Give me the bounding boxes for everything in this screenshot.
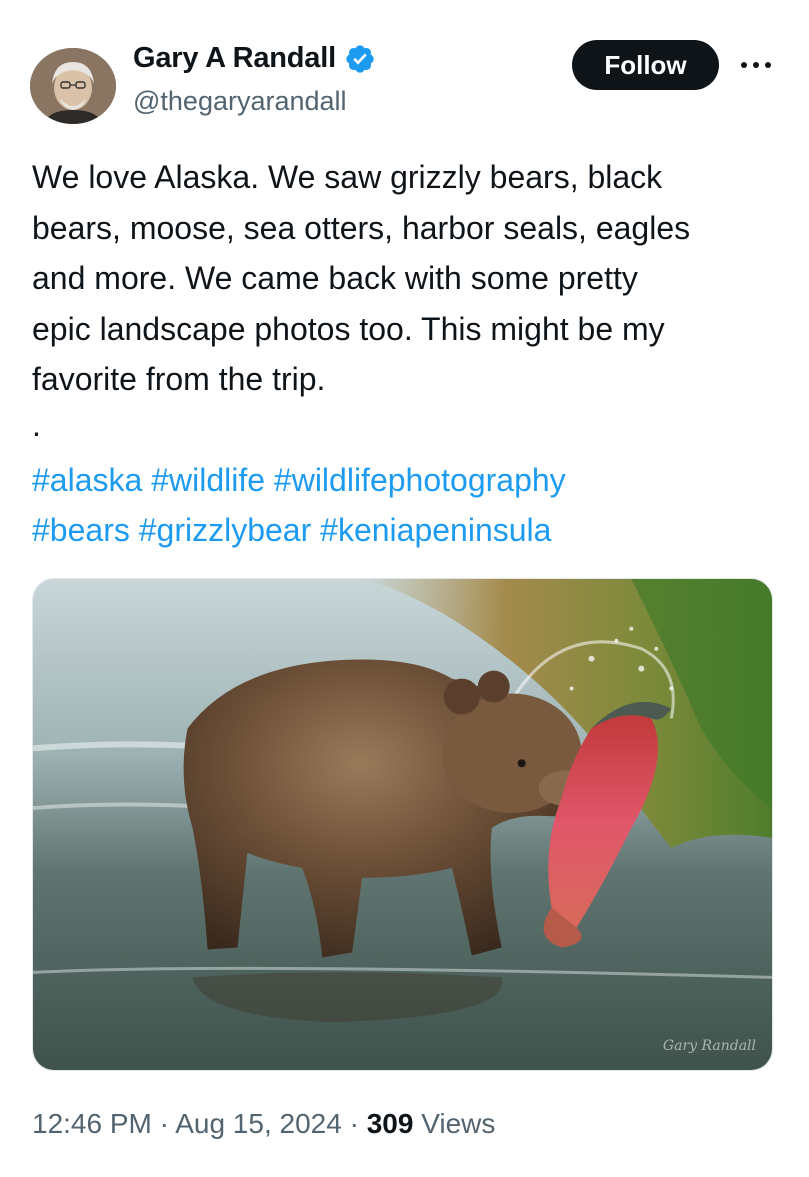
bear-salmon-photo [33, 579, 772, 1070]
photo-watermark: Gary Randall [662, 1038, 756, 1054]
tweet-text-line: and more. We came back with some pretty [32, 260, 638, 296]
hashtag-line: #bears #grizzlybear #keniapeninsula [32, 505, 792, 556]
avatar-photo [30, 48, 116, 124]
verified-badge-icon[interactable] [344, 43, 376, 75]
tweet-text: We love Alaska. We saw grizzly bears, bl… [32, 152, 792, 556]
author-handle[interactable]: @thegaryarandall [133, 86, 347, 117]
tweet-time[interactable]: 12:46 PM [32, 1108, 152, 1139]
tweet-text-line: favorite from the trip. [32, 361, 326, 397]
tweet-text-line: We love Alaska. We saw grizzly bears, bl… [32, 159, 663, 195]
avatar[interactable] [30, 48, 116, 124]
hashtag-keniapeninsula[interactable]: #keniapeninsula [320, 512, 551, 548]
views-count[interactable]: 309 [367, 1108, 414, 1139]
author-display-name[interactable]: Gary A Randall [133, 42, 336, 75]
tweet-photo[interactable]: Gary Randall [32, 578, 773, 1071]
tweet-text-line: bears, moose, sea otters, harbor seals, … [32, 209, 691, 246]
author-name-row[interactable]: Gary A Randall [133, 42, 376, 75]
tweet-card: Gary A Randall @thegaryarandall Follow W… [0, 0, 809, 1177]
hashtag-line: #alaska #wildlife #wildlifephotography [32, 455, 792, 506]
hashtag-bears[interactable]: #bears [32, 512, 130, 548]
tweet-meta: 12:46 PM · Aug 15, 2024 · 309 Views [32, 1108, 495, 1140]
meta-separator: · [159, 1108, 169, 1139]
hashtag-grizzlybear[interactable]: #grizzlybear [139, 512, 312, 548]
more-options-icon[interactable] [736, 48, 776, 82]
tweet-text-line: epic landscape photos too. This might be… [32, 310, 665, 347]
hashtag-alaska[interactable]: #alaska [32, 462, 142, 498]
meta-separator: · [349, 1108, 359, 1139]
hashtag-wildlife[interactable]: #wildlife [151, 462, 265, 498]
tweet-date[interactable]: Aug 15, 2024 [175, 1108, 342, 1139]
views-label[interactable]: Views [421, 1108, 495, 1139]
follow-button[interactable]: Follow [572, 40, 719, 90]
tweet-text-dot: . [32, 406, 41, 443]
hashtag-wildlifephotography[interactable]: #wildlifephotography [274, 462, 566, 498]
